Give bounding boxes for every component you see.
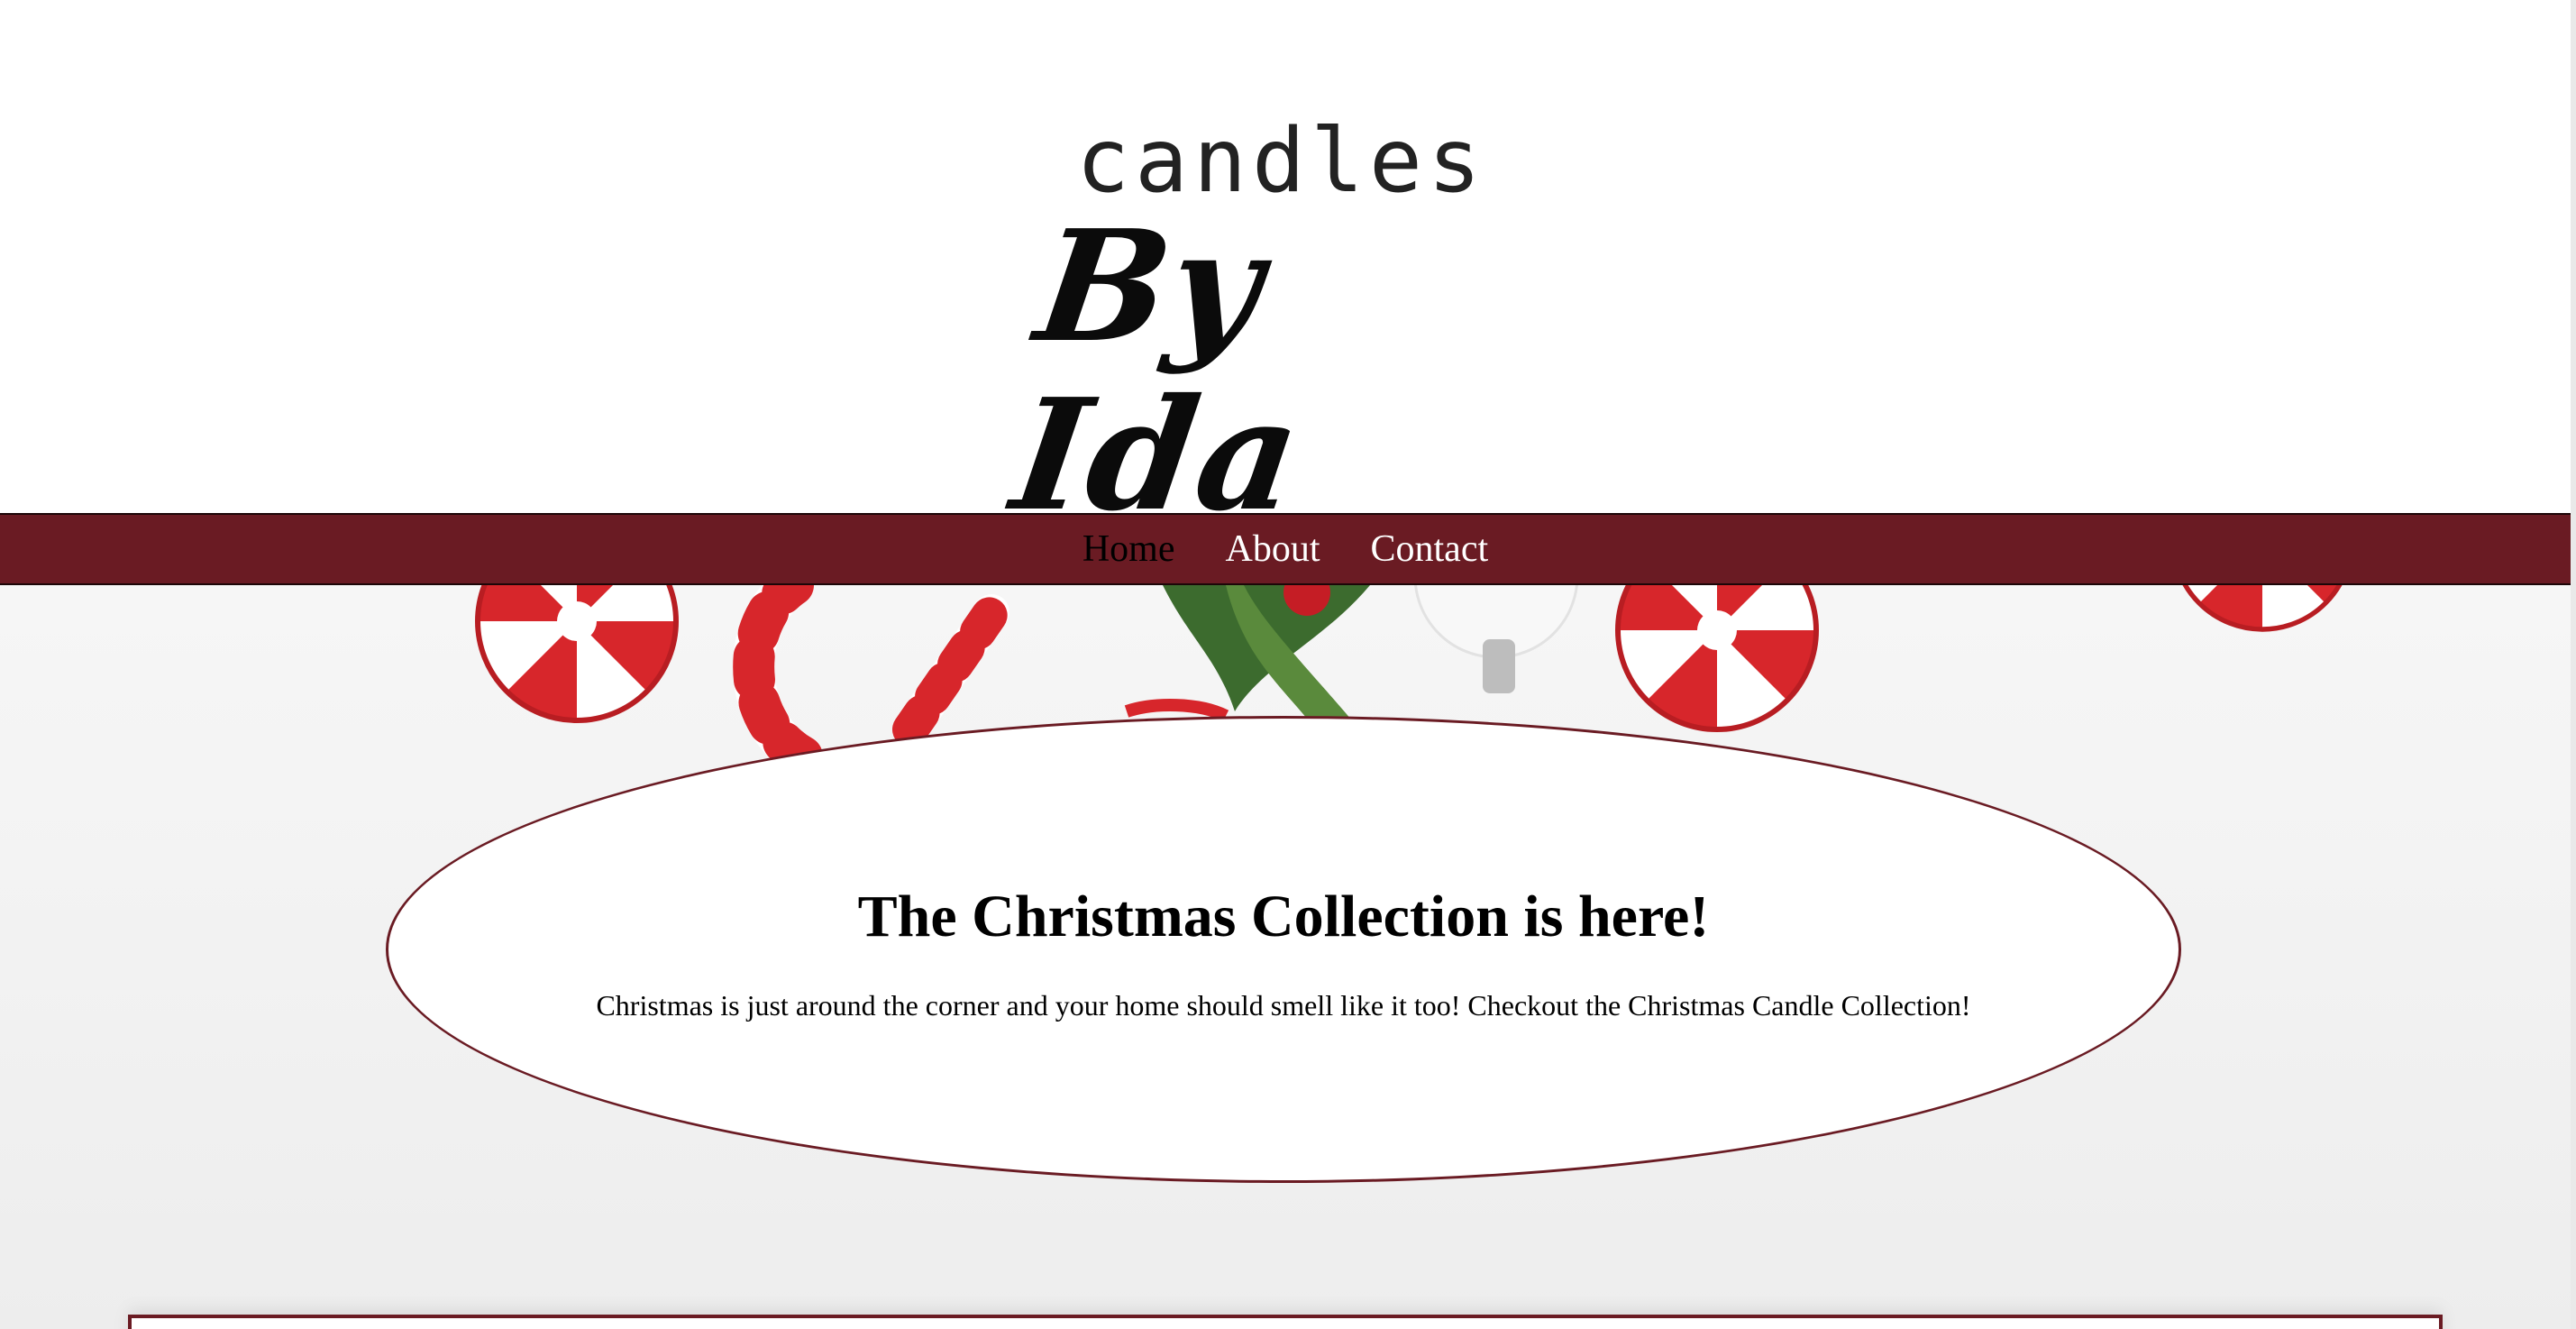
page: candles By Ida Home About Contact The Ch… [0, 0, 2576, 1329]
nav-list: Home About Contact [1082, 515, 1488, 583]
peppermint-candy-icon [2173, 585, 2352, 629]
main-navigation: Home About Contact [0, 513, 2571, 585]
peppermint-candy-icon [478, 585, 676, 720]
content-card [128, 1315, 2443, 1329]
peppermint-candy-icon [1618, 585, 1816, 729]
candy-cane-icon [733, 585, 1009, 777]
hero-title: The Christmas Collection is here! [857, 884, 1710, 949]
ornament-icon [1414, 585, 1578, 693]
nav-link-about[interactable]: About [1226, 528, 1320, 570]
logo-wordmark-top: candles [1076, 110, 1487, 213]
nav-item-home: Home [1082, 527, 1175, 571]
nav-link-home[interactable]: Home [1082, 528, 1175, 570]
logo-wordmark-bottom: By Ida [1002, 197, 1312, 545]
hero-text: Christmas is just around the corner and … [596, 989, 1971, 1022]
nav-item-about: About [1226, 527, 1320, 571]
nav-item-contact: Contact [1371, 527, 1489, 571]
hero-callout: The Christmas Collection is here! Christ… [386, 716, 2181, 1183]
site-header: candles By Ida [0, 0, 2571, 545]
site-logo[interactable]: candles By Ida [1003, 110, 1532, 545]
nav-link-contact[interactable]: Contact [1371, 528, 1489, 570]
